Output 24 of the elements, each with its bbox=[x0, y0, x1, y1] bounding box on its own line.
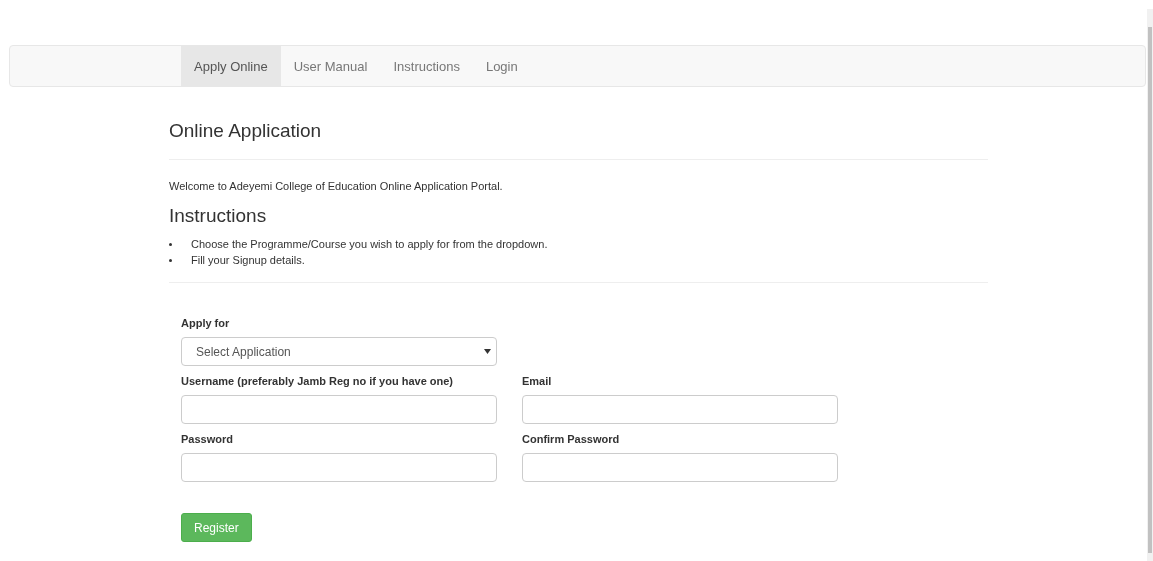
scrollbar[interactable] bbox=[1147, 9, 1153, 561]
nav-tab[interactable]: Instructions bbox=[380, 46, 473, 86]
field-label: Confirm Password bbox=[522, 433, 621, 445]
field-label: Email bbox=[522, 375, 553, 387]
register-button[interactable]: Register bbox=[181, 513, 252, 542]
field-label: Apply for bbox=[181, 317, 231, 329]
welcome-text: Welcome to Adeyemi College of Education Online Application Portal. bbox=[169, 180, 504, 192]
input-field[interactable] bbox=[522, 453, 838, 482]
application-dropdown[interactable]: Select Application bbox=[181, 337, 497, 366]
nav-tab[interactable]: Apply Online bbox=[181, 46, 281, 86]
nav-tab[interactable]: Login bbox=[472, 46, 531, 86]
bullet-icon bbox=[169, 258, 172, 262]
field-label: Password bbox=[181, 433, 234, 445]
nav-tab[interactable]: User Manual bbox=[280, 46, 381, 86]
caret-icon bbox=[484, 349, 491, 354]
page-title: Online Application bbox=[169, 120, 988, 160]
input-field[interactable] bbox=[181, 395, 497, 424]
input-field[interactable] bbox=[181, 453, 497, 482]
bullet-icon bbox=[169, 242, 172, 246]
section-heading: Instructions bbox=[169, 205, 268, 227]
instruction-text: Fill your Signup details. bbox=[191, 253, 305, 268]
input-field[interactable] bbox=[522, 395, 838, 424]
field-label: Username (preferably Jamb Reg no if you have one) bbox=[181, 375, 455, 387]
instruction-text: Choose the Programme/Course you wish to apply for from the dropdown. bbox=[191, 237, 548, 252]
